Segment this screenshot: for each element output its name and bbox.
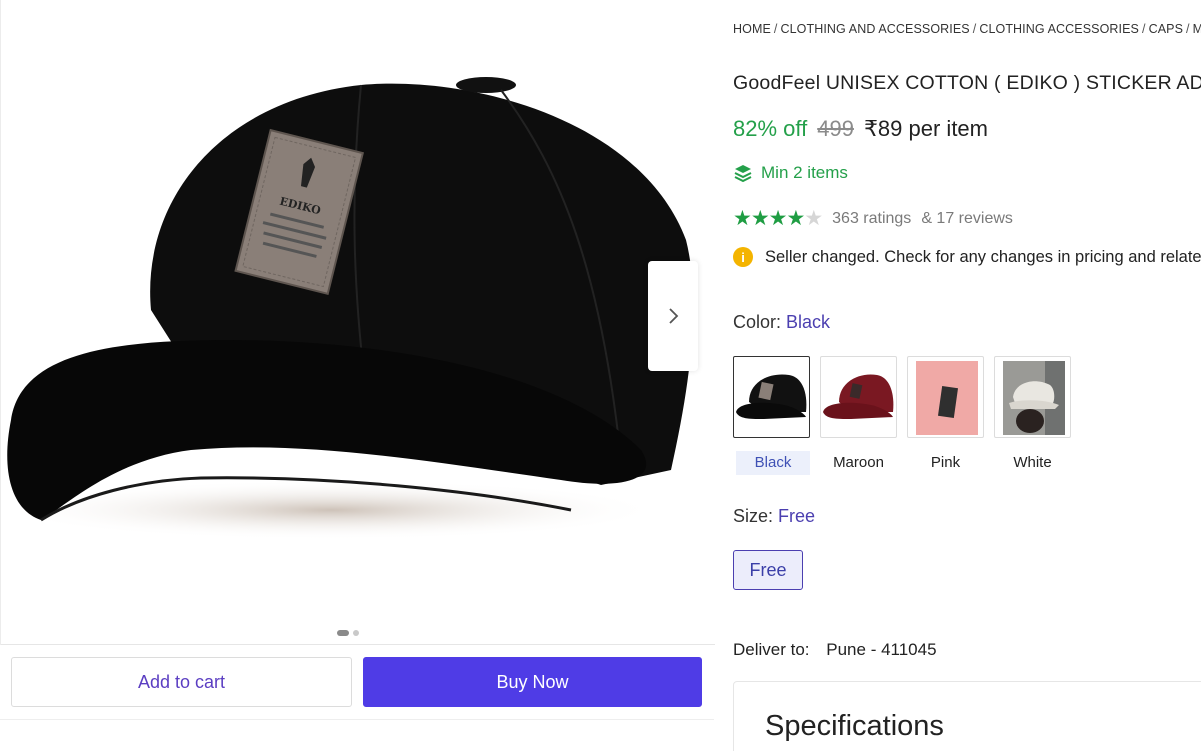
seller-notice-text: Seller changed. Check for any changes in… xyxy=(765,247,1201,266)
size-option-free[interactable]: Free xyxy=(733,550,803,590)
product-gallery: EDIKO xyxy=(0,0,715,645)
swatch-image xyxy=(907,356,984,438)
color-label-text: Color: xyxy=(733,312,782,332)
gallery-dot[interactable] xyxy=(353,630,359,636)
color-label: Color: Black xyxy=(733,312,830,333)
color-swatch-maroon[interactable]: Maroon xyxy=(820,356,897,475)
ratings-count[interactable]: 363 ratings xyxy=(832,210,911,228)
gallery-dot-active[interactable] xyxy=(337,630,349,636)
action-bar: Add to cart Buy Now xyxy=(0,645,714,720)
breadcrumb-separator: / xyxy=(1142,22,1146,36)
color-swatch-pink[interactable]: Pink xyxy=(907,356,984,475)
swatch-label: White xyxy=(1013,454,1052,471)
info-icon: i xyxy=(733,247,753,267)
color-swatch-white[interactable]: White xyxy=(994,356,1071,475)
reviews-count[interactable]: & 17 reviews xyxy=(921,210,1013,228)
star-empty-icon: ★ xyxy=(804,207,823,230)
star-icon: ★ xyxy=(750,207,770,230)
specifications-title: Specifications xyxy=(765,710,944,742)
product-details: HOME / CLOTHING AND ACCESSORIES / CLOTHING A… xyxy=(733,0,1201,751)
swatch-label: Pink xyxy=(930,454,961,471)
swatch-label: Maroon xyxy=(833,454,884,471)
delivery-location[interactable]: Pune - 411045 xyxy=(826,640,936,659)
star-icon: ★ xyxy=(768,207,788,230)
deliver-to: Deliver to: Pune - 411045 xyxy=(733,640,937,660)
color-selected-value: Black xyxy=(786,312,831,332)
chevron-right-icon xyxy=(669,308,679,324)
breadcrumb-separator: / xyxy=(1186,22,1190,36)
product-title: GoodFeel UNISEX COTTON ( EDIKO ) STICKER… xyxy=(733,72,1201,94)
specifications-card: Specifications xyxy=(733,681,1201,751)
deliver-label: Deliver to: xyxy=(733,640,810,659)
swatch-image xyxy=(820,356,897,438)
gallery-dots xyxy=(337,630,359,636)
breadcrumb-clothing-accessories[interactable]: CLOTHING ACCESSORIES xyxy=(979,22,1139,36)
breadcrumb-current[interactable]: M xyxy=(1193,22,1201,36)
color-swatch-black[interactable]: Black xyxy=(733,356,810,475)
buy-now-button[interactable]: Buy Now xyxy=(363,657,702,707)
swatch-image xyxy=(733,356,810,438)
breadcrumb-separator: / xyxy=(773,22,778,36)
breadcrumb-clothing-and-accessories[interactable]: CLOTHING AND ACCESSORIES xyxy=(780,22,969,36)
layers-icon xyxy=(734,165,752,183)
next-image-button[interactable] xyxy=(648,261,698,371)
breadcrumb: HOME / CLOTHING AND ACCESSORIES / CLOTHING A… xyxy=(733,22,1201,36)
selling-price: ₹89 per item xyxy=(863,116,988,141)
breadcrumb-caps[interactable]: CAPS xyxy=(1149,22,1183,36)
star-rating: ★★★★★ xyxy=(733,206,823,231)
min-order-text: Min 2 items xyxy=(761,163,848,182)
cap-thumbnail-white xyxy=(1003,361,1065,435)
cap-thumbnail-black xyxy=(736,374,807,419)
product-image[interactable]: EDIKO xyxy=(1,40,701,570)
swatch-label: Black xyxy=(736,451,810,475)
add-to-cart-button[interactable]: Add to cart xyxy=(11,657,352,707)
swatch-image xyxy=(994,356,1071,438)
original-price: 499 xyxy=(817,116,854,141)
cap-thumbnail-maroon xyxy=(823,374,894,419)
size-label-text: Size: xyxy=(733,506,774,526)
size-label: Size: Free xyxy=(733,506,815,527)
star-icon: ★ xyxy=(733,207,752,230)
size-selected-value: Free xyxy=(778,506,816,526)
discount-percent: 82% off xyxy=(733,116,808,141)
rating-row: ★★★★★ 363 ratings & 17 reviews xyxy=(733,206,1013,231)
seller-notice: i Seller changed. Check for any changes … xyxy=(733,247,1201,267)
star-icon: ★ xyxy=(786,207,805,230)
breadcrumb-separator: / xyxy=(972,22,977,36)
color-swatches: Black Maroon Pink White xyxy=(733,356,1071,475)
price-row: 82% off 499 ₹89 per item xyxy=(733,116,988,142)
min-order: Min 2 items xyxy=(733,163,848,183)
breadcrumb-home[interactable]: HOME xyxy=(733,22,771,36)
cap-thumbnail-pink xyxy=(916,361,978,435)
